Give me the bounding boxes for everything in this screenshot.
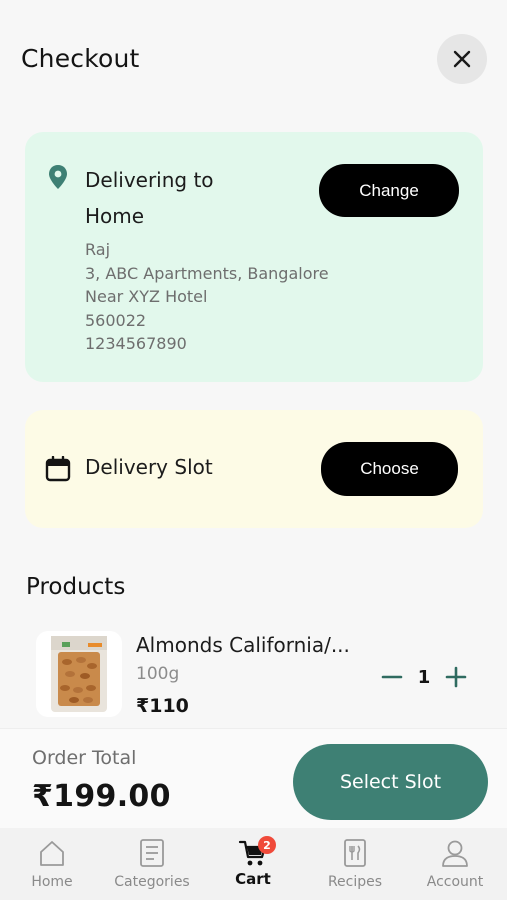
address-street: 3, ABC Apartments, Bangalore [85, 263, 329, 283]
select-slot-button[interactable]: Select Slot [293, 744, 488, 820]
order-total-bar: Order Total ₹199.00 Select Slot [0, 728, 507, 828]
address-landmark: Near XYZ Hotel [85, 287, 208, 306]
nav-item-categories[interactable]: Categories [102, 838, 202, 896]
delivery-title: Delivering to Home [85, 162, 285, 234]
choose-slot-button[interactable]: Choose [321, 442, 458, 496]
plus-icon [445, 666, 467, 688]
cart-count-badge: 2 [258, 836, 276, 854]
product-weight: 100g [136, 664, 180, 684]
cart-icon-wrap: 2 [238, 836, 276, 868]
product-image [36, 631, 122, 717]
increase-quantity-button[interactable] [442, 663, 470, 691]
nav-label-recipes: Recipes [327, 874, 383, 890]
almond-pack-icon [51, 636, 107, 712]
address-details: Raj 3, ABC Apartments, Bangalore Near XY… [85, 238, 329, 356]
nav-item-home[interactable]: Home [2, 838, 102, 896]
bottom-navigation: Home Categories 2 Cart Recipes Account [0, 828, 507, 900]
nav-label-cart: Cart [235, 870, 271, 888]
calendar-icon [45, 456, 71, 482]
delivering-to-label: Delivering to [85, 168, 214, 192]
decrease-quantity-button[interactable] [378, 663, 406, 691]
delivery-address-card: Delivering to Home Raj 3, ABC Apartments… [25, 132, 483, 382]
quantity-value: 1 [417, 666, 431, 688]
order-total-amount: ₹199.00 [32, 779, 171, 814]
nav-item-account[interactable]: Account [405, 838, 505, 896]
nav-label-home: Home [31, 874, 73, 890]
page-title: Checkout [21, 44, 140, 73]
delivery-slot-title: Delivery Slot [85, 455, 213, 479]
categories-icon [140, 839, 164, 867]
product-price: ₹110 [136, 695, 189, 717]
delivery-slot-card: Delivery Slot Choose [25, 410, 483, 528]
close-icon [453, 50, 471, 68]
address-label: Home [85, 204, 145, 228]
close-button[interactable] [437, 34, 487, 84]
location-pin-icon [49, 165, 67, 189]
recipes-icon [344, 839, 366, 867]
product-name: Almonds California/... [136, 633, 350, 657]
nav-label-categories: Categories [114, 874, 190, 890]
product-item[interactable]: Almonds California/... 100g ₹110 1 [0, 625, 507, 735]
address-name: Raj [85, 240, 111, 259]
nav-label-account: Account [426, 874, 484, 890]
order-total-label: Order Total [32, 747, 137, 769]
change-address-button[interactable]: Change [319, 164, 459, 217]
address-pincode: 560022 [85, 310, 147, 330]
home-icon [40, 841, 64, 866]
nav-item-cart[interactable]: 2 Cart [203, 836, 303, 896]
header: Checkout [0, 30, 507, 90]
account-icon [442, 840, 468, 867]
products-heading: Products [26, 574, 126, 600]
minus-icon [381, 675, 403, 679]
quantity-stepper: 1 [378, 658, 470, 696]
address-phone: 1234567890 [85, 334, 187, 353]
nav-item-recipes[interactable]: Recipes [305, 838, 405, 896]
